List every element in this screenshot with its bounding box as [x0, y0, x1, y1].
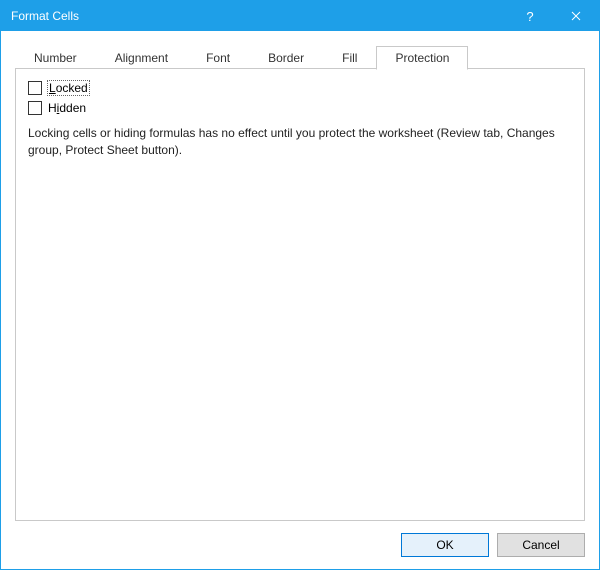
dialog-footer: OK Cancel	[15, 521, 585, 557]
tab-protection[interactable]: Protection	[376, 46, 468, 70]
cancel-button[interactable]: Cancel	[497, 533, 585, 557]
protection-description: Locking cells or hiding formulas has no …	[28, 125, 572, 159]
hidden-checkbox[interactable]	[28, 101, 42, 115]
client-area: Number Alignment Font Border Fill Protec…	[1, 31, 599, 569]
tab-alignment[interactable]: Alignment	[96, 45, 187, 69]
locked-label[interactable]: Locked	[48, 81, 89, 95]
close-button[interactable]	[553, 1, 599, 31]
tab-strip: Number Alignment Font Border Fill Protec…	[15, 45, 585, 69]
titlebar: Format Cells ?	[1, 1, 599, 31]
tab-number[interactable]: Number	[15, 45, 96, 69]
tab-fill[interactable]: Fill	[323, 45, 376, 69]
hidden-pre: H	[48, 101, 57, 115]
tab-font[interactable]: Font	[187, 45, 249, 69]
locked-rest: ocked	[56, 81, 88, 95]
help-icon: ?	[526, 9, 533, 24]
hidden-rest: dden	[59, 101, 86, 115]
hidden-label[interactable]: Hidden	[48, 101, 86, 115]
locked-checkbox[interactable]	[28, 81, 42, 95]
dialog-title: Format Cells	[11, 9, 79, 23]
help-button[interactable]: ?	[507, 1, 553, 31]
tab-border[interactable]: Border	[249, 45, 323, 69]
hidden-row: Hidden	[28, 101, 572, 115]
close-icon	[571, 11, 581, 21]
locked-row: Locked	[28, 81, 572, 95]
format-cells-dialog: Format Cells ? Number Alignment Font Bor…	[0, 0, 600, 570]
locked-accel: L	[49, 81, 56, 95]
ok-button[interactable]: OK	[401, 533, 489, 557]
protection-panel: Locked Hidden Locking cells or hiding fo…	[15, 69, 585, 521]
